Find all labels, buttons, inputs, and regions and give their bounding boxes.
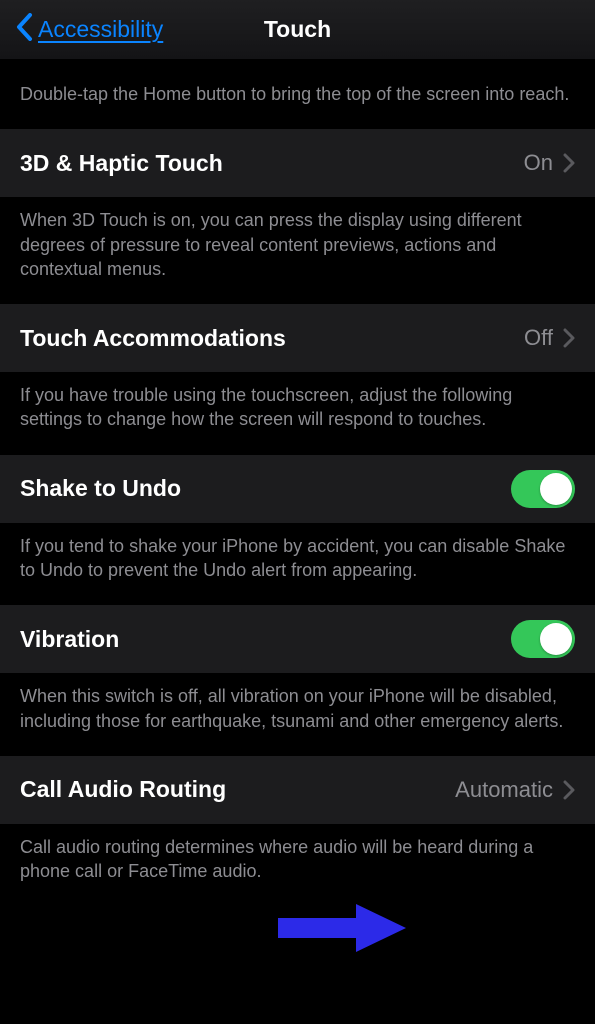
vibration-footer: When this switch is off, all vibration o… <box>0 674 595 755</box>
row-label: Call Audio Routing <box>20 776 226 803</box>
shake-footer: If you tend to shake your iPhone by acci… <box>0 524 595 605</box>
row-call-audio-routing[interactable]: Call Audio Routing Automatic <box>0 755 595 825</box>
row-shake-to-undo: Shake to Undo <box>0 454 595 524</box>
chevron-left-icon <box>16 13 34 46</box>
arrow-annotation-icon <box>278 900 408 961</box>
nav-bar: Accessibility Touch <box>0 0 595 60</box>
call-audio-footer: Call audio routing determines where audi… <box>0 825 595 906</box>
touch-accom-footer: If you have trouble using the touchscree… <box>0 373 595 454</box>
row-label: 3D & Haptic Touch <box>20 150 223 177</box>
back-button[interactable]: Accessibility <box>16 13 163 46</box>
haptic-footer: When 3D Touch is on, you can press the d… <box>0 198 595 303</box>
row-label: Touch Accommodations <box>20 325 286 352</box>
chevron-right-icon <box>563 328 575 348</box>
row-touch-accommodations[interactable]: Touch Accommodations Off <box>0 303 595 373</box>
reachability-footer: Double-tap the Home button to bring the … <box>0 60 595 128</box>
chevron-right-icon <box>563 153 575 173</box>
row-vibration: Vibration <box>0 604 595 674</box>
back-label: Accessibility <box>38 16 163 43</box>
row-label: Vibration <box>20 626 119 653</box>
row-value: Automatic <box>455 777 553 803</box>
vibration-toggle[interactable] <box>511 620 575 658</box>
shake-to-undo-toggle[interactable] <box>511 470 575 508</box>
row-3d-haptic-touch[interactable]: 3D & Haptic Touch On <box>0 128 595 198</box>
row-label: Shake to Undo <box>20 475 181 502</box>
row-value: On <box>524 150 553 176</box>
row-value: Off <box>524 325 553 351</box>
chevron-right-icon <box>563 780 575 800</box>
